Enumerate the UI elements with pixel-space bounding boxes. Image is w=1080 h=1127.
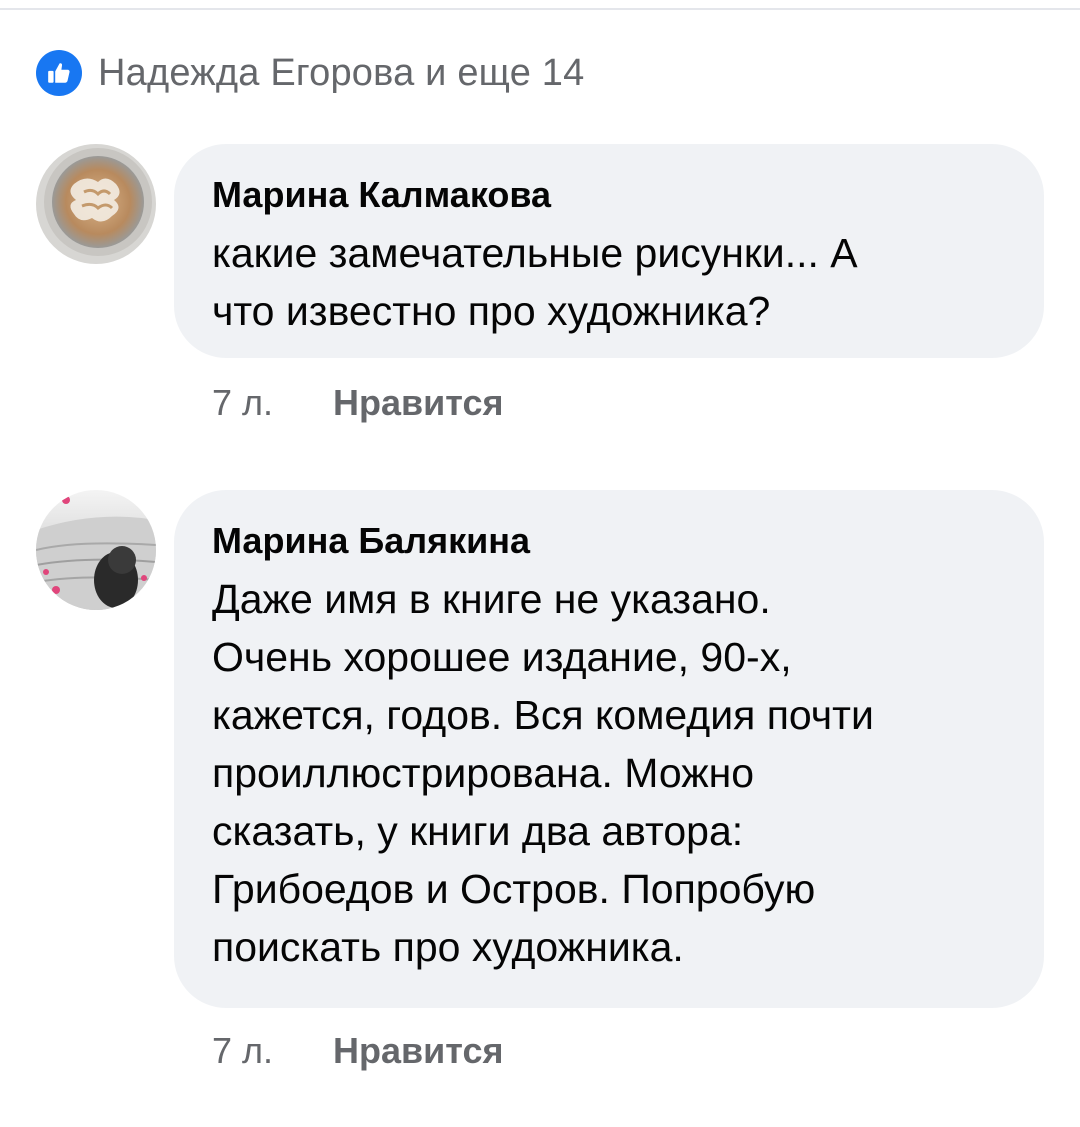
- thumbs-up-icon[interactable]: [36, 50, 82, 96]
- comment-meta: 7 л. Нравится: [212, 380, 504, 426]
- like-button[interactable]: Нравится: [333, 382, 503, 424]
- comment-text: Даже имя в книге не указано. Очень хорош…: [212, 576, 874, 970]
- comment-bubble: Марина Балякина Даже имя в книге не указ…: [174, 490, 1044, 1008]
- top-divider: [0, 8, 1080, 10]
- avatar[interactable]: [36, 490, 156, 610]
- comment-author[interactable]: Марина Калмакова: [212, 172, 551, 218]
- like-button[interactable]: Нравится: [333, 1030, 503, 1072]
- comment-time[interactable]: 7 л.: [212, 1030, 273, 1072]
- comment-time[interactable]: 7 л.: [212, 382, 273, 424]
- comment-bubble: Марина Калмакова какие замечательные рис…: [174, 144, 1044, 358]
- reactions-text[interactable]: Надежда Егорова и еще 14: [98, 52, 584, 95]
- avatar[interactable]: [36, 144, 156, 264]
- comment-text: какие замечательные рисунки... А что изв…: [212, 230, 858, 334]
- reactions-summary[interactable]: Надежда Егорова и еще 14: [36, 50, 584, 96]
- comment-meta: 7 л. Нравится: [212, 1028, 504, 1074]
- comment-author[interactable]: Марина Балякина: [212, 518, 530, 564]
